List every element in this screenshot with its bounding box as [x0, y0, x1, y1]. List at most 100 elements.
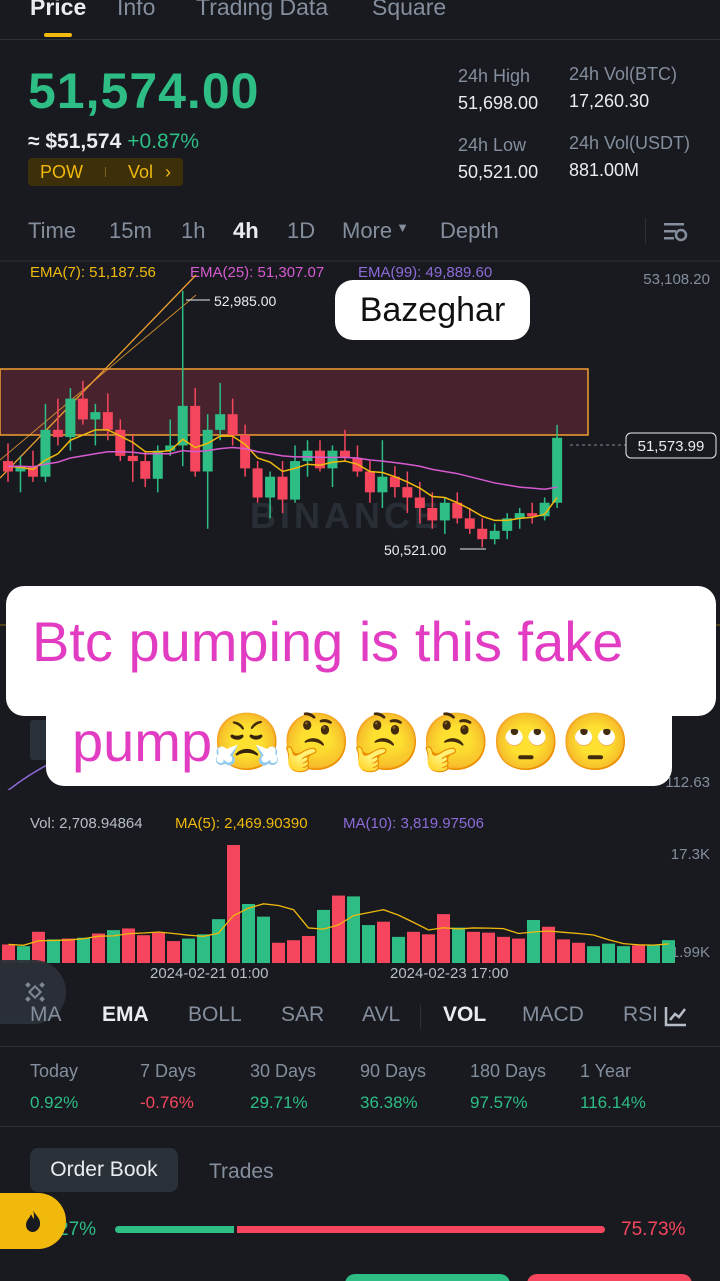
high-marker-label: 52,985.00: [214, 293, 276, 309]
vol-usdt-label: 24h Vol(USDT): [569, 133, 691, 153]
candle-down: [52, 429, 63, 438]
volume-bar: [407, 931, 420, 963]
volume-bar: [137, 935, 150, 963]
volume-bar: [317, 909, 330, 963]
volume-bar: [437, 914, 450, 963]
volume-bar: [302, 936, 315, 963]
volume-bar: [602, 943, 615, 963]
sell-button[interactable]: [527, 1274, 692, 1281]
volume-bar: [512, 938, 525, 963]
interval-15m[interactable]: 15m: [109, 218, 152, 244]
volume-bar: [377, 921, 390, 963]
volume-bar: [272, 942, 285, 963]
ask-bar: [237, 1226, 605, 1233]
date-label-1: 2024-02-21 01:00: [150, 965, 268, 982]
caption-line-2: pump😤🤔🤔🤔🙄🙄: [72, 710, 631, 773]
buy-button[interactable]: [345, 1274, 510, 1281]
indicator-tab-bar: MA EMA BOLL SAR AVL VOL MACD RSI: [0, 1003, 720, 1035]
indicator-macd[interactable]: MACD: [522, 1003, 584, 1027]
vol-usdt-value: 881.00M: [569, 160, 640, 180]
perf-90d-label: 90 Days: [360, 1061, 427, 1081]
volume-bar: [392, 936, 405, 963]
perf-7d-label: 7 Days: [140, 1061, 197, 1081]
vol-btc-value: 17,260.30: [569, 91, 650, 111]
indicator-settings-icon[interactable]: [664, 1005, 688, 1027]
candle-down: [102, 412, 113, 430]
caption-line-1: Btc pumping is this fake: [32, 610, 624, 673]
volume-bar: [92, 933, 105, 963]
tab-trades[interactable]: Trades: [209, 1160, 274, 1184]
candle-up: [265, 476, 276, 498]
indicator-vol[interactable]: VOL: [443, 1003, 486, 1027]
candle-down: [464, 518, 475, 529]
candle-up: [489, 530, 500, 540]
candle-down: [27, 466, 38, 477]
volume-bar: [152, 932, 165, 963]
candle-up: [552, 437, 563, 503]
vol-axis-bottom: 1.99K: [671, 944, 710, 961]
tab-info[interactable]: Info: [117, 0, 155, 21]
divider: [645, 218, 646, 244]
candle-down: [190, 405, 201, 472]
tag-separator: [105, 167, 106, 177]
indicator-ema[interactable]: EMA: [102, 1003, 149, 1027]
tag-pill[interactable]: POW Vol ›: [28, 158, 184, 186]
flame-icon: [26, 1210, 41, 1232]
perf-today-label: Today: [30, 1061, 79, 1081]
candle-down: [277, 476, 288, 500]
volume-bar: [362, 925, 375, 963]
volume-bar: [482, 932, 495, 963]
volume-bar: [332, 895, 345, 963]
vol-legend: Vol: 2,708.94864: [30, 815, 143, 832]
indicator-boll[interactable]: BOLL: [188, 1003, 242, 1027]
volume-bars-group: [2, 845, 675, 963]
volume-bar: [287, 940, 300, 963]
ask-percent: 75.73%: [621, 1219, 686, 1240]
interval-time[interactable]: Time: [28, 218, 76, 244]
indicator-sar[interactable]: SAR: [281, 1003, 324, 1027]
chevron-right-icon: ›: [165, 161, 172, 182]
candle-up: [40, 429, 51, 477]
tab-order-book[interactable]: Order Book: [30, 1148, 178, 1192]
divider: [0, 1046, 720, 1047]
tab-price[interactable]: Price: [30, 0, 86, 21]
volume-bar: [632, 945, 645, 963]
indicator-rsi[interactable]: RSI: [623, 1003, 659, 1027]
active-tab-indicator: [44, 33, 72, 37]
resistance-zone: [0, 368, 589, 436]
caret-down-icon: ▼: [396, 220, 409, 235]
tab-trading-data[interactable]: Trading Data: [196, 0, 328, 21]
candle-down: [252, 468, 263, 498]
interval-more[interactable]: More ▼: [342, 218, 409, 244]
interval-depth[interactable]: Depth: [440, 218, 499, 244]
volume-bar: [182, 938, 195, 963]
caption-bazeghar: Bazeghar: [335, 280, 530, 340]
interval-1h[interactable]: 1h: [181, 218, 205, 244]
axis-lower-label: 112.63: [665, 774, 710, 790]
interval-bar: Time 15m 1h 4h 1D More ▼ Depth: [0, 218, 720, 248]
tag-vol: Vol: [128, 161, 154, 182]
candle-down: [414, 497, 425, 508]
tab-square[interactable]: Square: [372, 0, 446, 21]
interval-1d[interactable]: 1D: [287, 218, 315, 244]
volume-bar: [77, 937, 90, 963]
indicator-avl[interactable]: AVL: [362, 1003, 400, 1027]
volume-bar: [242, 904, 255, 963]
floating-action-button[interactable]: [0, 1193, 66, 1249]
volume-bar: [497, 936, 510, 963]
candle-up: [327, 450, 338, 469]
usd-price: ≈ $51,574: [28, 130, 122, 153]
bid-bar: [115, 1226, 234, 1233]
interval-4h[interactable]: 4h: [233, 218, 259, 244]
candle-up: [90, 412, 101, 420]
candle-down: [402, 487, 413, 498]
volume-bar: [527, 920, 540, 963]
chart-settings-icon[interactable]: [662, 220, 688, 244]
candle-down: [227, 414, 238, 436]
ma5-legend: MA(5): 2,469.90390: [175, 815, 308, 832]
candle-up: [65, 398, 76, 438]
volume-bar: [227, 845, 240, 963]
indicator-ma[interactable]: MA: [30, 1003, 62, 1027]
vol-btc-label: 24h Vol(BTC): [569, 64, 678, 84]
candle-up: [215, 414, 226, 430]
